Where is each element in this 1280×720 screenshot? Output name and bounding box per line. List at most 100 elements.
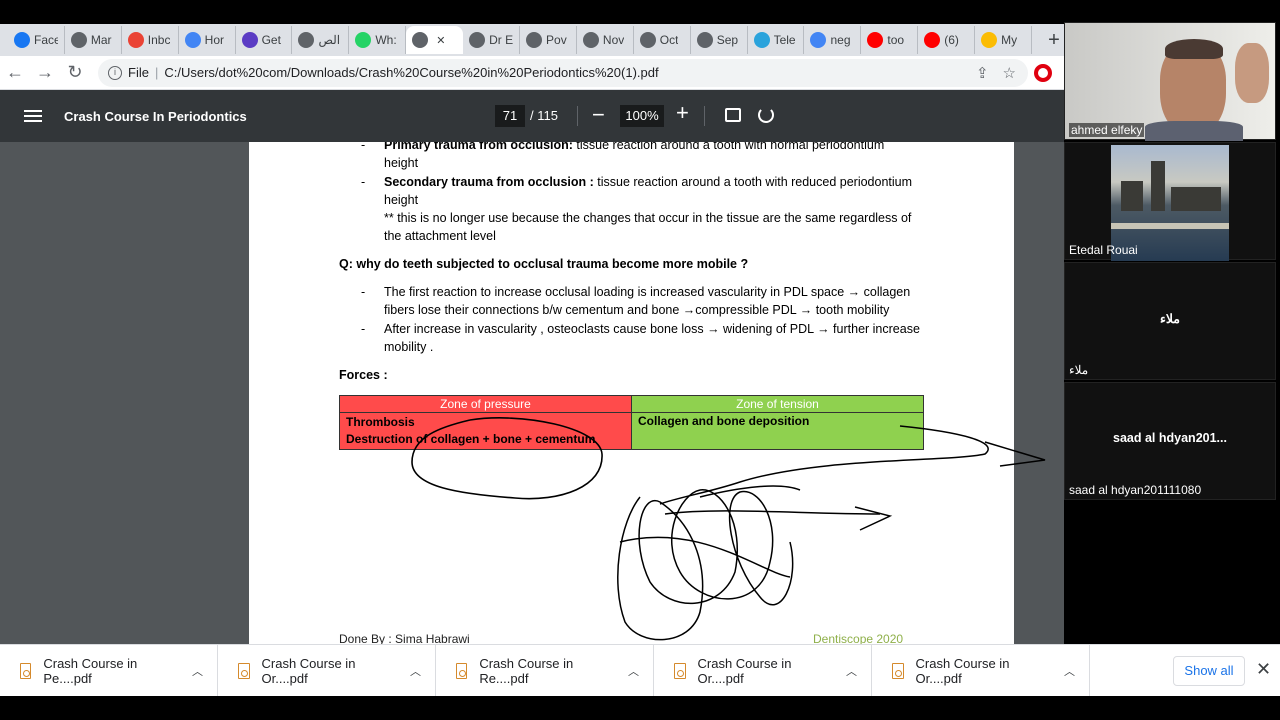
hair-shape: [1165, 39, 1223, 59]
browser-tab[interactable]: My: [975, 26, 1033, 54]
browser-tab[interactable]: الص: [292, 26, 350, 54]
facebook-icon: [14, 32, 30, 48]
chevron-up-icon[interactable]: ︿: [846, 663, 857, 679]
address-separator: |: [154, 65, 159, 80]
browser-tab[interactable]: Face: [8, 26, 65, 54]
app-icon: [241, 32, 258, 48]
ink-arrow-head: [854, 506, 893, 531]
address-bar[interactable]: i File | C:/Users/dot%20com/Downloads/Cr…: [98, 58, 1028, 87]
browser-tab[interactable]: Hor: [179, 26, 236, 54]
info-icon[interactable]: i: [108, 65, 122, 80]
omnibox-actions: ⇪ ☆: [976, 64, 1028, 82]
globe-icon: [526, 32, 543, 48]
forward-button[interactable]: →: [30, 62, 60, 83]
pdf-file-icon: [20, 662, 32, 679]
tab-label: too: [887, 33, 905, 47]
zoom-level-input[interactable]: 100%: [620, 105, 664, 127]
browser-tab[interactable]: Inbc: [122, 26, 179, 54]
pdf-file-icon: [674, 662, 686, 679]
downloads-bar: Crash Course in Pe....pdf ︿ Crash Course i…: [0, 644, 1280, 697]
page-number-input[interactable]: 71: [495, 105, 525, 127]
pdf-toolbar: Crash Course In Periodontics 71 / 115 − …: [0, 90, 1066, 142]
back-button[interactable]: ←: [0, 62, 30, 83]
menu-icon[interactable]: [24, 107, 42, 125]
download-filename: Crash Course in Or....pdf: [915, 655, 1010, 686]
building-shape: [1171, 187, 1221, 211]
chevron-up-icon[interactable]: ︿: [192, 663, 203, 679]
participant-tile[interactable]: ahmed elfeky: [1064, 22, 1276, 141]
pdf-viewport[interactable]: - Primary trauma from occlusion: tissue …: [0, 142, 1066, 644]
bridge-shape: [1111, 223, 1229, 229]
participant-name: ahmed elfeky: [1069, 123, 1145, 137]
page-total: / 115: [530, 108, 558, 123]
browser-tab[interactable]: Get: [236, 26, 293, 54]
download-item[interactable]: Crash Course in Or....pdf ︿: [654, 644, 872, 697]
close-tab-icon[interactable]: ✕: [436, 34, 445, 47]
browser-tab[interactable]: Wh:: [349, 26, 407, 54]
browser-tab-strip: Face Mar Inbc Hor Get الص Wh: ✕ Dr E Pov Nov Oct Sep…: [0, 24, 1066, 56]
browser-tab[interactable]: Sep: [691, 26, 748, 54]
browser-tab[interactable]: Oct: [634, 26, 691, 54]
participant-tile[interactable]: Etedal Rouai: [1064, 142, 1276, 261]
tab-label: Inbc: [147, 33, 171, 47]
opera-extension-icon[interactable]: [1034, 63, 1052, 82]
download-item[interactable]: Crash Course in Or....pdf ︿: [872, 644, 1090, 697]
building-shape: [1121, 181, 1143, 211]
zoom-in-button[interactable]: +: [676, 100, 689, 126]
hand-shape: [1235, 43, 1269, 103]
globe-icon: [412, 32, 429, 48]
browser-tab[interactable]: Nov: [577, 26, 634, 54]
address-url: C:/Users/dot%20com/Downloads/Crash%20Cou…: [164, 65, 659, 80]
tab-label: My: [1001, 33, 1018, 47]
browser-tab[interactable]: neg: [804, 26, 862, 54]
tab-label: neg: [830, 33, 851, 47]
browser-toolbar: ← → ↻ i File | C:/Users/dot%20com/Downlo…: [0, 56, 1066, 90]
ink-circle: [411, 417, 603, 500]
share-icon[interactable]: ⇪: [976, 64, 989, 82]
browser-tab[interactable]: ✕: [406, 26, 464, 54]
new-tab-button[interactable]: +: [1042, 29, 1066, 52]
globe-icon: [298, 32, 315, 48]
screen: Face Mar Inbc Hor Get الص Wh: ✕ Dr E Pov Nov Oct Sep…: [0, 0, 1280, 720]
chevron-up-icon[interactable]: ︿: [410, 663, 421, 679]
pdf-title: Crash Course In Periodontics: [64, 108, 247, 124]
tab-label: Hor: [204, 33, 225, 47]
browser-tab[interactable]: Tele: [748, 26, 805, 54]
tab-label: Wh:: [375, 33, 397, 47]
browser-tab[interactable]: (6): [918, 26, 976, 54]
browser-tab[interactable]: Pov: [520, 26, 577, 54]
download-item[interactable]: Crash Course in Pe....pdf ︿: [0, 644, 218, 697]
browser-tab[interactable]: Dr E: [463, 26, 521, 54]
download-item[interactable]: Crash Course in Or....pdf ︿: [218, 644, 436, 697]
tab-label: Mar: [90, 33, 112, 47]
close-downloads-bar-icon[interactable]: ✕: [1256, 659, 1271, 680]
tab-label: Dr E: [489, 33, 514, 47]
tower-shape: [1151, 161, 1165, 211]
shirt-shape: [1145, 121, 1243, 141]
pdf-file-icon: [892, 662, 904, 679]
browser-tab[interactable]: too: [861, 26, 919, 54]
download-filename: Crash Course in Pe....pdf: [43, 655, 138, 686]
download-item[interactable]: Crash Course in Re....pdf ︿: [436, 644, 654, 697]
chevron-up-icon[interactable]: ︿: [1064, 663, 1075, 679]
chevron-up-icon[interactable]: ︿: [628, 663, 639, 679]
bookmark-star-icon[interactable]: ☆: [1003, 64, 1016, 82]
bottom-letterbox: [0, 696, 1280, 720]
fit-to-page-icon[interactable]: [725, 108, 741, 122]
participant-tile[interactable]: ملاء ملاء: [1064, 262, 1276, 380]
pdf-file-icon: [238, 662, 250, 679]
top-letterbox: [0, 0, 1280, 24]
address-scheme: File: [128, 65, 149, 80]
ink-arrow: [664, 510, 881, 515]
participant-tile[interactable]: saad al hdyan201... saad al hdyan2011110…: [1064, 382, 1276, 500]
browser-tab[interactable]: Mar: [65, 26, 122, 54]
zoom-out-button[interactable]: −: [592, 102, 605, 128]
show-all-downloads-button[interactable]: Show all: [1173, 656, 1245, 686]
ink-scribble: [617, 489, 794, 641]
rotate-icon[interactable]: [758, 107, 774, 123]
reload-button[interactable]: ↻: [60, 62, 90, 83]
participant-video: [1065, 23, 1275, 141]
tab-label: Oct: [659, 33, 679, 47]
globe-icon: [582, 32, 599, 48]
globe-icon: [469, 32, 486, 48]
